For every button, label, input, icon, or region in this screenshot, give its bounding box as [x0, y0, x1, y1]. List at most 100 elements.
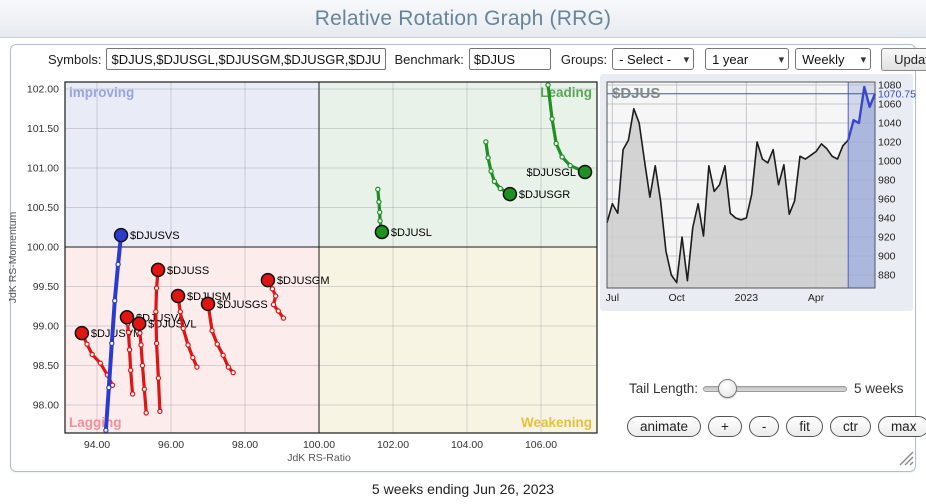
- rrg-dot[interactable]: [120, 311, 133, 324]
- tail-marker: [271, 303, 275, 307]
- quadrant-label-lagging: Lagging: [69, 415, 122, 430]
- x-axis-title: JdK RS-Ratio: [287, 452, 351, 464]
- rrg-chart[interactable]: improvingLeadingLaggingWeakening102.0010…: [0, 74, 610, 474]
- resize-handle-icon[interactable]: [897, 449, 914, 466]
- rrg-dot[interactable]: [202, 297, 215, 310]
- tail-marker: [276, 309, 280, 313]
- max-button[interactable]: max: [878, 416, 926, 437]
- svg-text:99.50: 99.50: [33, 281, 59, 293]
- tail-marker: [191, 356, 195, 360]
- svg-text:1040: 1040: [878, 118, 902, 130]
- rrg-dot[interactable]: [172, 289, 185, 302]
- center-button[interactable]: ctr: [830, 416, 871, 437]
- svg-text:920: 920: [878, 232, 896, 244]
- rrg-dot[interactable]: [503, 188, 516, 201]
- tail-marker: [376, 187, 380, 191]
- rrg-symbol-label: $DJUSGS: [217, 299, 268, 311]
- tail-length-slider-thumb[interactable]: [718, 379, 737, 398]
- quadrant-label-improving: improving: [69, 85, 134, 100]
- benchmark-input[interactable]: [469, 48, 551, 70]
- svg-text:101.00: 101.00: [27, 163, 59, 175]
- symbols-input[interactable]: [106, 48, 386, 70]
- svg-text:940: 940: [878, 213, 896, 225]
- zoom-out-button[interactable]: -: [749, 416, 780, 437]
- chevron-down-icon: ▾: [861, 53, 867, 66]
- groups-select[interactable]: - Select - ▾: [612, 48, 694, 70]
- fit-button[interactable]: fit: [786, 416, 823, 437]
- tail-marker: [154, 286, 158, 290]
- tail-marker: [546, 83, 550, 87]
- rrg-symbol-label: $DJUSGL: [526, 167, 576, 179]
- tail-marker: [142, 387, 146, 391]
- zoom-in-button[interactable]: +: [708, 416, 742, 437]
- svg-text:101.50: 101.50: [27, 123, 59, 135]
- y-axis-title: JdK RS-Momentum: [7, 211, 19, 303]
- svg-text:106.00: 106.00: [525, 439, 557, 451]
- last-value-label: 1070.75: [878, 88, 916, 100]
- svg-text:98.00: 98.00: [33, 400, 59, 412]
- tail-marker: [489, 169, 493, 173]
- groups-label: Groups:: [561, 52, 607, 67]
- chart-controls: animate + - fit ctr max: [627, 416, 926, 437]
- tail-marker: [498, 186, 502, 190]
- rrg-dot[interactable]: [261, 274, 274, 287]
- tail-marker: [154, 310, 158, 314]
- tail-marker: [221, 353, 225, 357]
- tail-marker: [158, 409, 162, 413]
- svg-text:100.00: 100.00: [303, 439, 335, 451]
- tail-marker: [113, 299, 117, 303]
- tail-length-label: Tail Length:: [616, 381, 698, 396]
- update-button[interactable]: Update: [881, 48, 926, 71]
- tail-marker: [378, 210, 382, 214]
- svg-text:100.00: 100.00: [27, 242, 59, 254]
- price-chart[interactable]: 8809009209409609801000102010401060108010…: [598, 72, 920, 314]
- svg-text:99.00: 99.00: [33, 321, 59, 333]
- svg-text:1000: 1000: [878, 156, 902, 168]
- tail-marker: [186, 343, 190, 347]
- svg-text:102.00: 102.00: [27, 84, 59, 96]
- rrg-symbol-label: $DJUSVM: [91, 328, 142, 340]
- animate-button[interactable]: animate: [627, 416, 701, 437]
- app-header: Relative Rotation Graph (RRG): [0, 0, 926, 38]
- svg-text:900: 900: [878, 251, 896, 263]
- tail-marker: [554, 141, 558, 145]
- symbols-label: Symbols:: [48, 52, 101, 67]
- frequency-select[interactable]: Weekly ▾: [795, 48, 871, 70]
- quadrant-improving: [65, 82, 319, 247]
- svg-text:880: 880: [878, 270, 896, 282]
- page-title: Relative Rotation Graph (RRG): [315, 7, 611, 31]
- period-select-value: 1 year: [712, 52, 748, 67]
- tail-marker: [377, 200, 381, 204]
- tail-marker: [195, 365, 199, 369]
- rrg-dot[interactable]: [579, 165, 592, 178]
- rrg-dot[interactable]: [152, 263, 165, 276]
- svg-text:94.00: 94.00: [84, 439, 110, 451]
- tail-marker: [130, 392, 134, 396]
- rrg-dot[interactable]: [133, 317, 146, 330]
- svg-text:1020: 1020: [878, 137, 902, 149]
- tail-marker: [378, 219, 382, 223]
- frequency-select-value: Weekly: [802, 52, 844, 67]
- tail-marker: [129, 368, 133, 372]
- rrg-dot[interactable]: [375, 225, 388, 238]
- svg-text:102.00: 102.00: [377, 439, 409, 451]
- rrg-app: Relative Rotation Graph (RRG) Symbols: B…: [0, 0, 926, 504]
- svg-text:98.00: 98.00: [232, 439, 258, 451]
- groups-select-value: - Select -: [619, 52, 671, 67]
- tail-marker: [126, 330, 130, 334]
- tail-marker: [560, 155, 564, 159]
- tail-marker: [139, 343, 143, 347]
- tail-marker: [110, 341, 114, 345]
- tail-marker: [486, 156, 490, 160]
- svg-text:98.50: 98.50: [33, 360, 59, 372]
- chevron-down-icon: ▾: [684, 53, 690, 66]
- svg-text:2023: 2023: [735, 292, 759, 304]
- rrg-dot[interactable]: [75, 327, 88, 340]
- rrg-dot[interactable]: [115, 229, 128, 242]
- quadrant-leading: [319, 82, 597, 247]
- tail-marker: [550, 117, 554, 121]
- tail-marker: [144, 411, 148, 415]
- tail-marker: [154, 341, 158, 345]
- period-select[interactable]: 1 year ▾: [705, 48, 789, 70]
- benchmark-label: Benchmark:: [394, 52, 463, 67]
